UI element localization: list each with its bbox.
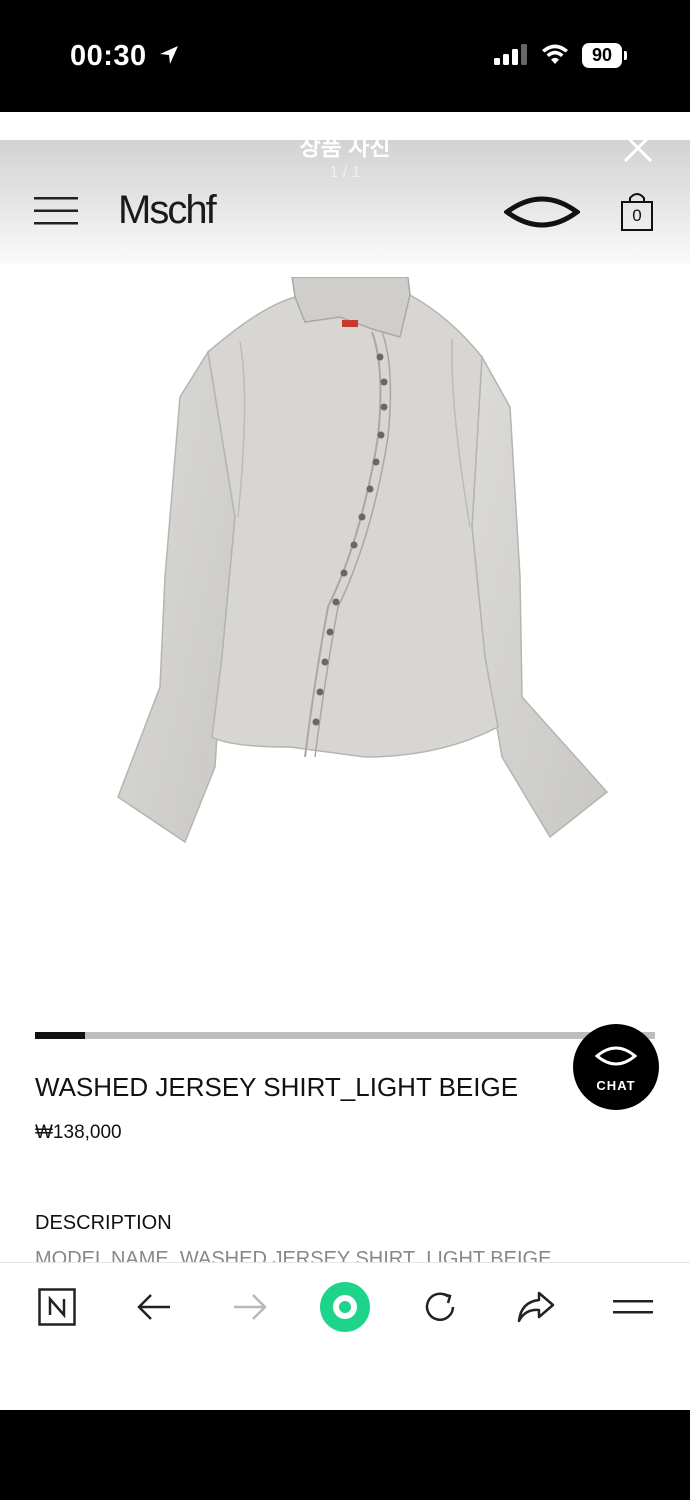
naver-home-icon[interactable] xyxy=(35,1285,79,1329)
wifi-icon xyxy=(542,44,568,64)
share-icon[interactable] xyxy=(514,1285,558,1329)
gallery-progress-bar xyxy=(35,1032,655,1039)
back-arrow-icon[interactable] xyxy=(132,1285,176,1329)
reload-icon[interactable] xyxy=(418,1285,462,1329)
forward-arrow-icon[interactable] xyxy=(228,1285,272,1329)
hamburger-menu-icon[interactable] xyxy=(34,197,78,225)
status-time: 00:30 xyxy=(70,40,147,72)
green-dot-icon[interactable] xyxy=(318,1280,372,1334)
product-title: WASHED JERSEY SHIRT_LIGHT BEIGE xyxy=(35,1072,519,1102)
product-page: Mschf 0 상품 사진 1 / 1 CHAT WASHED JERSEY S… xyxy=(0,112,690,1410)
gallery-progress-fill xyxy=(35,1032,85,1039)
menu-lines-icon[interactable] xyxy=(611,1285,655,1329)
status-bar: 00:30 90 xyxy=(0,0,690,112)
brand-logo[interactable]: Mschf xyxy=(118,188,217,233)
location-arrow-icon xyxy=(160,46,178,64)
eye-logo-icon[interactable] xyxy=(504,192,580,232)
battery-tip xyxy=(624,51,627,60)
home-indicator-area xyxy=(0,1410,690,1500)
cellular-signal-icon xyxy=(494,44,527,65)
chat-label: CHAT xyxy=(596,1078,636,1093)
chat-button[interactable]: CHAT xyxy=(573,1024,659,1110)
browser-toolbar xyxy=(0,1262,690,1410)
viewer-counter: 1 / 1 xyxy=(329,164,361,181)
chat-eye-icon xyxy=(595,1046,637,1066)
product-price: ₩138,000 xyxy=(35,1122,122,1143)
close-icon[interactable] xyxy=(622,132,654,164)
viewer-title: 상품 사진 xyxy=(299,134,391,160)
cart-count: 0 xyxy=(632,206,642,225)
description-heading: DESCRIPTION xyxy=(35,1212,172,1234)
product-image[interactable] xyxy=(110,277,610,867)
battery-indicator: 90 xyxy=(582,43,622,68)
